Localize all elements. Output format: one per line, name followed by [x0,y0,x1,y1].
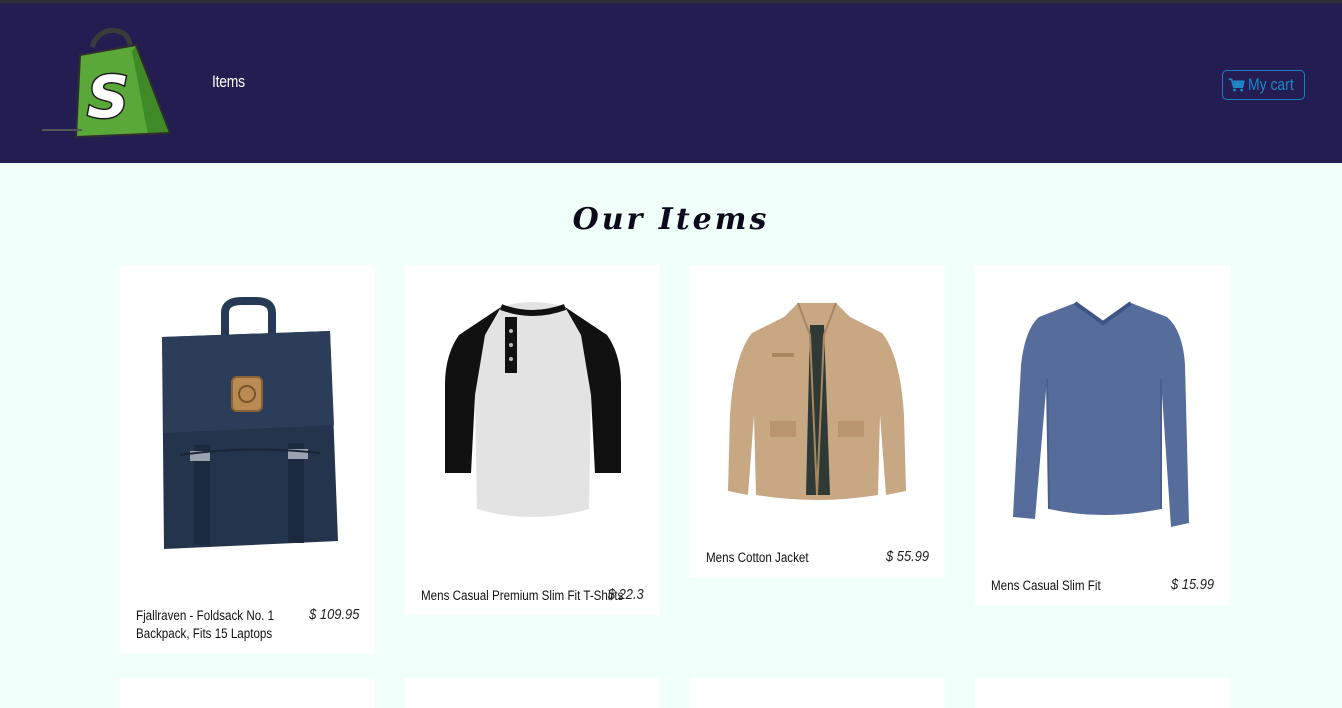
product-price: $ 22.3 [608,586,644,603]
product-title: Fjallraven - Foldsack No. 1 Backpack, Fi… [136,608,275,641]
site-header: S Items My cart [0,3,1342,163]
backpack-image [162,297,338,549]
product-title: Mens Casual Slim Fit [991,578,1101,593]
nav-items-link[interactable]: Items [212,72,245,92]
svg-text:S: S [87,63,129,131]
product-price: $ 55.99 [885,548,929,565]
product-card[interactable] [120,678,375,708]
my-cart-label: My cart [1248,75,1294,94]
product-card[interactable]: Mens Cotton Jacket $ 55.99 [690,265,945,577]
product-card[interactable]: Mens Casual Premium Slim Fit T-Shirts $ … [405,265,660,615]
jacket-image [728,302,906,500]
shopping-cart-icon [1228,78,1245,92]
my-cart-button[interactable]: My cart [1222,70,1305,100]
product-price: $ 109.95 [308,606,359,623]
product-card[interactable]: Mens Casual Slim Fit $ 15.99 [975,265,1230,605]
longsleeve-shirt-image [1013,301,1189,527]
product-card[interactable] [690,678,945,708]
product-card[interactable] [975,678,1230,708]
product-title: Mens Casual Premium Slim Fit T-Shirts [421,588,624,603]
tshirt-image [445,302,621,517]
product-price: $ 15.99 [1170,576,1214,593]
shopping-bag-logo-icon[interactable]: S [40,25,174,143]
product-title: Mens Cotton Jacket [706,550,809,565]
page-title: Our Items [572,202,770,237]
product-card[interactable] [405,678,660,708]
product-card[interactable]: Fjallraven - Foldsack No. 1 Backpack, Fi… [120,265,375,653]
